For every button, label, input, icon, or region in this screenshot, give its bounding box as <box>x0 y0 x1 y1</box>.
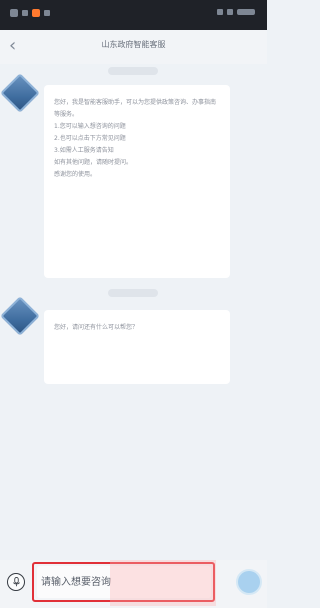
send-button[interactable] <box>236 569 262 595</box>
signal-icon <box>217 9 223 15</box>
page-title: 山东政府智能客服 <box>101 40 166 49</box>
microphone-icon <box>12 577 20 587</box>
chat-header: ‹ 山东政府智能客服 <box>0 30 267 64</box>
status-right-icons <box>217 9 255 15</box>
battery-icon <box>237 9 255 15</box>
timestamp-pill <box>108 289 158 297</box>
wifi-icon <box>227 9 233 15</box>
status-icon <box>10 9 18 17</box>
status-left-icons <box>10 9 50 17</box>
status-icon <box>22 10 28 16</box>
status-icon <box>44 10 50 16</box>
message-text: 您好，我是智能客服助手，可以为您提供政策咨询、办事指南等服务。 1.您可以输入想… <box>54 99 217 178</box>
message-text: 您好，请问还有什么可以帮您？ <box>54 324 139 331</box>
input-highlight <box>32 562 215 602</box>
assistant-avatar <box>0 73 40 113</box>
status-bar <box>0 0 267 30</box>
assistant-avatar <box>0 296 40 336</box>
message-bubble: 您好，请问还有什么可以帮您？ <box>44 310 230 384</box>
timestamp-pill <box>108 67 158 75</box>
status-icon <box>32 9 40 17</box>
mic-button[interactable] <box>7 573 25 591</box>
message-bubble: 您好，我是智能客服助手，可以为您提供政策咨询、办事指南等服务。 1.您可以输入想… <box>44 85 230 278</box>
